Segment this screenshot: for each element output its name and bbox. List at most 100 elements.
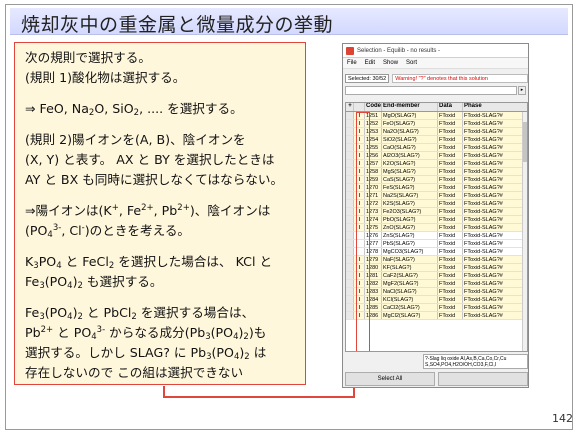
select-checkbox-cell[interactable]: I: [354, 296, 365, 303]
code-cell: 1256: [365, 152, 382, 159]
rule-line: 選択する。しかし SLAG? に Pb3(PO4)2 は: [25, 345, 267, 362]
table-row[interactable]: I 1252 FeO(SLAG?) FToxid FToxid-SLAG?#: [346, 120, 527, 128]
table-row[interactable]: I 1275 ZnO(SLAG?) FToxid FToxid-SLAG?#: [346, 224, 527, 232]
select-checkbox-cell[interactable]: I: [354, 152, 365, 159]
phase-cell: FToxid-SLAG?#: [464, 169, 503, 175]
select-checkbox-cell[interactable]: I: [354, 184, 365, 191]
select-checkbox-cell[interactable]: I: [354, 208, 365, 215]
col-header-select[interactable]: [354, 103, 365, 111]
select-checkbox-cell[interactable]: I: [354, 192, 365, 199]
data-cell: FToxid: [438, 128, 463, 135]
select-checkbox-cell[interactable]: I: [354, 272, 365, 279]
phase-cell: FToxid-SLAG?#: [464, 121, 503, 127]
menu-show[interactable]: Show: [379, 60, 402, 66]
select-checkbox-cell[interactable]: I: [354, 176, 365, 183]
table-row[interactable]: I 1254 SiO2(SLAG?) FToxid FToxid-SLAG?#: [346, 136, 527, 144]
col-header-plus[interactable]: +: [346, 103, 354, 111]
select-checkbox-cell[interactable]: I: [354, 264, 365, 271]
menu-file[interactable]: File: [343, 60, 361, 66]
table-row[interactable]: I 1286 MgCl2(SLAG?) FToxid FToxid-SLAG?#: [346, 312, 527, 320]
row-header-cell: [346, 232, 354, 239]
select-checkbox-cell[interactable]: I: [354, 256, 365, 263]
select-checkbox-cell[interactable]: I: [354, 280, 365, 287]
row-header-cell: [346, 184, 354, 191]
table-row[interactable]: I 1251 MgO(SLAG?) FToxid FToxid-SLAG?#: [346, 112, 527, 120]
table-row[interactable]: I 1284 KCl(SLAG?) FToxid FToxid-SLAG?#: [346, 296, 527, 304]
select-checkbox-cell[interactable]: I: [354, 120, 365, 127]
phase-cell: FToxid-SLAG?#: [464, 161, 503, 167]
end-member-cell: K2S(SLAG?): [382, 200, 438, 207]
table-row[interactable]: I 1255 CaO(SLAG?) FToxid FToxid-SLAG?#: [346, 144, 527, 152]
table-row[interactable]: I 1257 K2O(SLAG?) FToxid FToxid-SLAG?#: [346, 160, 527, 168]
select-checkbox-cell[interactable]: I: [354, 312, 365, 319]
data-cell: FToxid: [438, 240, 463, 247]
menu-sort[interactable]: Sort: [402, 60, 421, 66]
row-header-cell: [346, 240, 354, 247]
end-member-cell: Al2O3(SLAG?): [382, 152, 438, 159]
table-row[interactable]: I 1274 PbO(SLAG?) FToxid FToxid-SLAG?#: [346, 216, 527, 224]
table-row[interactable]: I 1253 Na2O(SLAG?) FToxid FToxid-SLAG?#: [346, 128, 527, 136]
data-cell: FToxid: [438, 264, 463, 271]
table-row[interactable]: I 1258 MgS(SLAG?) FToxid FToxid-SLAG?#: [346, 168, 527, 176]
row-header-cell: [346, 280, 354, 287]
table-row[interactable]: I 1285 CaCl2(SLAG?) FToxid FToxid-SLAG?#: [346, 304, 527, 312]
select-checkbox-cell[interactable]: I: [354, 144, 365, 151]
table-row[interactable]: I 1270 FeS(SLAG?) FToxid FToxid-SLAG?#: [346, 184, 527, 192]
scrollbar-thumb[interactable]: [523, 122, 527, 162]
filter-input[interactable]: [345, 86, 517, 95]
col-header-data[interactable]: Data: [438, 103, 463, 111]
table-row[interactable]: I 1282 MgF2(SLAG?) FToxid FToxid-SLAG?#: [346, 280, 527, 288]
rule-line: ⇒ FeO, Na2O, SiO2, .... を選択する。: [25, 101, 243, 118]
row-header-cell: [346, 160, 354, 167]
table-row[interactable]: I 1280 KF(SLAG?) FToxid FToxid-SLAG?#: [346, 264, 527, 272]
col-header-phase[interactable]: Phase: [463, 103, 527, 111]
table-row[interactable]: I 1279 NaF(SLAG?) FToxid FToxid-SLAG?#: [346, 256, 527, 264]
menu-edit[interactable]: Edit: [361, 60, 379, 66]
table-row[interactable]: I 1272 K2S(SLAG?) FToxid FToxid-SLAG?#: [346, 200, 527, 208]
select-checkbox-cell[interactable]: [354, 248, 365, 255]
filter-icon[interactable]: ▸: [518, 86, 526, 95]
select-checkbox-cell[interactable]: I: [354, 160, 365, 167]
data-cell: FToxid: [438, 120, 463, 127]
col-header-end-member[interactable]: End-member: [382, 103, 438, 111]
select-checkbox-cell[interactable]: [354, 232, 365, 239]
row-header-cell: [346, 152, 354, 159]
select-checkbox-cell[interactable]: I: [354, 224, 365, 231]
table-row[interactable]: I 1259 CaS(SLAG?) FToxid FToxid-SLAG?#: [346, 176, 527, 184]
phase-cell: FToxid-SLAG?#: [464, 289, 503, 295]
table-row[interactable]: I 1273 Fe2O3(SLAG?) FToxid FToxid-SLAG?#: [346, 208, 527, 216]
table-row[interactable]: 1277 PbS(SLAG?) FToxid FToxid-SLAG?#: [346, 240, 527, 248]
data-cell: FToxid: [438, 152, 463, 159]
select-checkbox-cell[interactable]: I: [354, 200, 365, 207]
col-header-code[interactable]: Code: [365, 103, 382, 111]
select-checkbox-cell[interactable]: I: [354, 288, 365, 295]
select-checkbox-cell[interactable]: I: [354, 304, 365, 311]
select-checkbox-cell[interactable]: I: [354, 128, 365, 135]
secondary-button[interactable]: [438, 372, 528, 386]
phase-cell: FToxid-SLAG?#: [464, 273, 503, 279]
select-checkbox-cell[interactable]: I: [354, 216, 365, 223]
end-member-cell: FeO(SLAG?): [382, 120, 438, 127]
phase-cell: FToxid-SLAG?#: [464, 129, 503, 135]
data-cell: FToxid: [438, 312, 463, 319]
window-title: Selection - Equilib - no results -: [357, 47, 441, 54]
select-checkbox-cell[interactable]: I: [354, 112, 365, 119]
table-row[interactable]: 1278 MgCO3(SLAG?) FToxid FToxid-SLAG?#: [346, 248, 527, 256]
code-cell: 1286: [365, 312, 382, 319]
window-titlebar[interactable]: Selection - Equilib - no results -: [343, 44, 528, 58]
table-row[interactable]: I 1256 Al2O3(SLAG?) FToxid FToxid-SLAG?#: [346, 152, 527, 160]
select-checkbox-cell[interactable]: I: [354, 168, 365, 175]
end-member-cell: KF(SLAG?): [382, 264, 438, 271]
table-row[interactable]: I 1271 Na2S(SLAG?) FToxid FToxid-SLAG?#: [346, 192, 527, 200]
row-header-cell: [346, 176, 354, 183]
select-checkbox-cell[interactable]: I: [354, 136, 365, 143]
app-icon: [346, 46, 354, 55]
table-row[interactable]: 1276 ZnS(SLAG?) FToxid FToxid-SLAG?#: [346, 232, 527, 240]
rule-line: (X, Y) と表す。 AX と BY を選択したときは: [25, 152, 275, 167]
table-row[interactable]: I 1283 NaCl(SLAG?) FToxid FToxid-SLAG?#: [346, 288, 527, 296]
select-checkbox-cell[interactable]: [354, 240, 365, 247]
table-row[interactable]: I 1281 CaF2(SLAG?) FToxid FToxid-SLAG?#: [346, 272, 527, 280]
select-all-button[interactable]: Select All: [345, 372, 435, 386]
row-header-cell: [346, 224, 354, 231]
grid-scrollbar[interactable]: [522, 112, 527, 351]
